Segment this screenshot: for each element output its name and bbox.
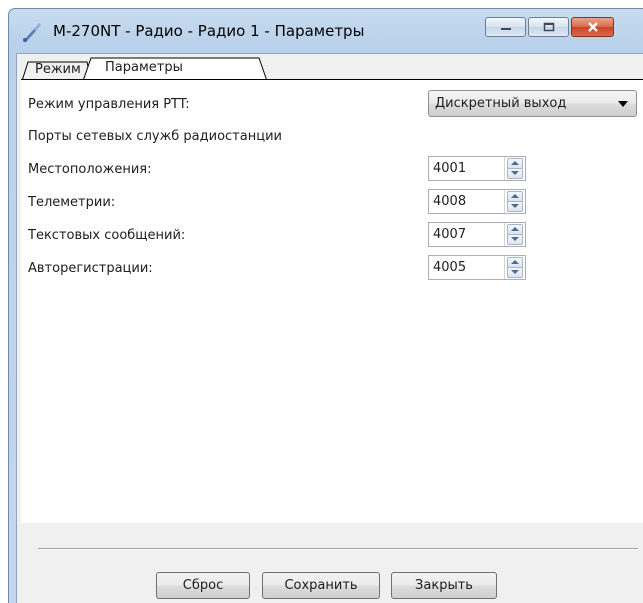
autoregistration-port-value[interactable]: 4005 <box>433 260 466 275</box>
close-icon <box>587 22 598 32</box>
tab-parameters[interactable]: Параметры <box>91 56 197 80</box>
spin-down-button[interactable] <box>507 201 523 212</box>
arrow-up-icon <box>511 161 519 165</box>
tab-mode[interactable]: Режим <box>21 60 95 80</box>
text-messages-port-value[interactable]: 4007 <box>433 227 466 242</box>
telemetry-port-label: Телеметрии: <box>28 195 116 210</box>
spin-down-button[interactable] <box>507 267 523 278</box>
ports-heading: Порты сетевых служб радиостанции <box>28 129 282 144</box>
ptt-mode-label: Режим управления PTT: <box>28 97 190 112</box>
telemetry-port-stepper[interactable]: 4008 <box>428 189 526 214</box>
arrow-up-icon <box>511 260 519 264</box>
divider <box>38 548 638 550</box>
arrow-down-icon <box>511 171 519 175</box>
close-button[interactable]: Закрыть <box>391 572 497 599</box>
spin-down-button[interactable] <box>507 234 523 245</box>
autoregistration-port-label: Авторегистрации: <box>28 261 153 276</box>
maximize-icon <box>543 22 554 32</box>
arrow-down-icon <box>511 237 519 241</box>
location-port-stepper[interactable]: 4001 <box>428 156 526 181</box>
close-window-button[interactable] <box>571 17 614 37</box>
maximize-button[interactable] <box>528 17 569 37</box>
save-button[interactable]: Сохранить <box>262 572 380 599</box>
client-area: Режим Параметры Режим управления PTT: Ди… <box>16 53 643 603</box>
telemetry-port-value[interactable]: 4008 <box>433 194 466 209</box>
title-bar[interactable]: M-270NT - Радио - Радио 1 - Параметры <box>9 9 643 53</box>
dialog-window: M-270NT - Радио - Радио 1 - Параметры Ре… <box>8 8 643 603</box>
arrow-up-icon <box>511 227 519 231</box>
chevron-down-icon <box>618 101 628 107</box>
text-messages-port-stepper[interactable]: 4007 <box>428 222 526 247</box>
autoregistration-port-stepper[interactable]: 4005 <box>428 255 526 280</box>
location-port-value[interactable]: 4001 <box>433 161 466 176</box>
ptt-mode-select[interactable]: Дискретный выход <box>428 90 637 117</box>
text-messages-port-label: Текстовых сообщений: <box>28 228 186 243</box>
arrow-down-icon <box>511 204 519 208</box>
spin-down-button[interactable] <box>507 168 523 179</box>
arrow-down-icon <box>511 270 519 274</box>
location-port-label: Местоположения: <box>28 162 152 177</box>
minimize-icon <box>500 28 511 30</box>
window-title: M-270NT - Радио - Радио 1 - Параметры <box>53 22 365 40</box>
minimize-button[interactable] <box>485 17 526 37</box>
arrow-up-icon <box>511 194 519 198</box>
app-icon <box>23 23 41 42</box>
ptt-mode-value: Дискретный выход <box>435 96 567 111</box>
reset-button[interactable]: Сброс <box>156 572 250 599</box>
